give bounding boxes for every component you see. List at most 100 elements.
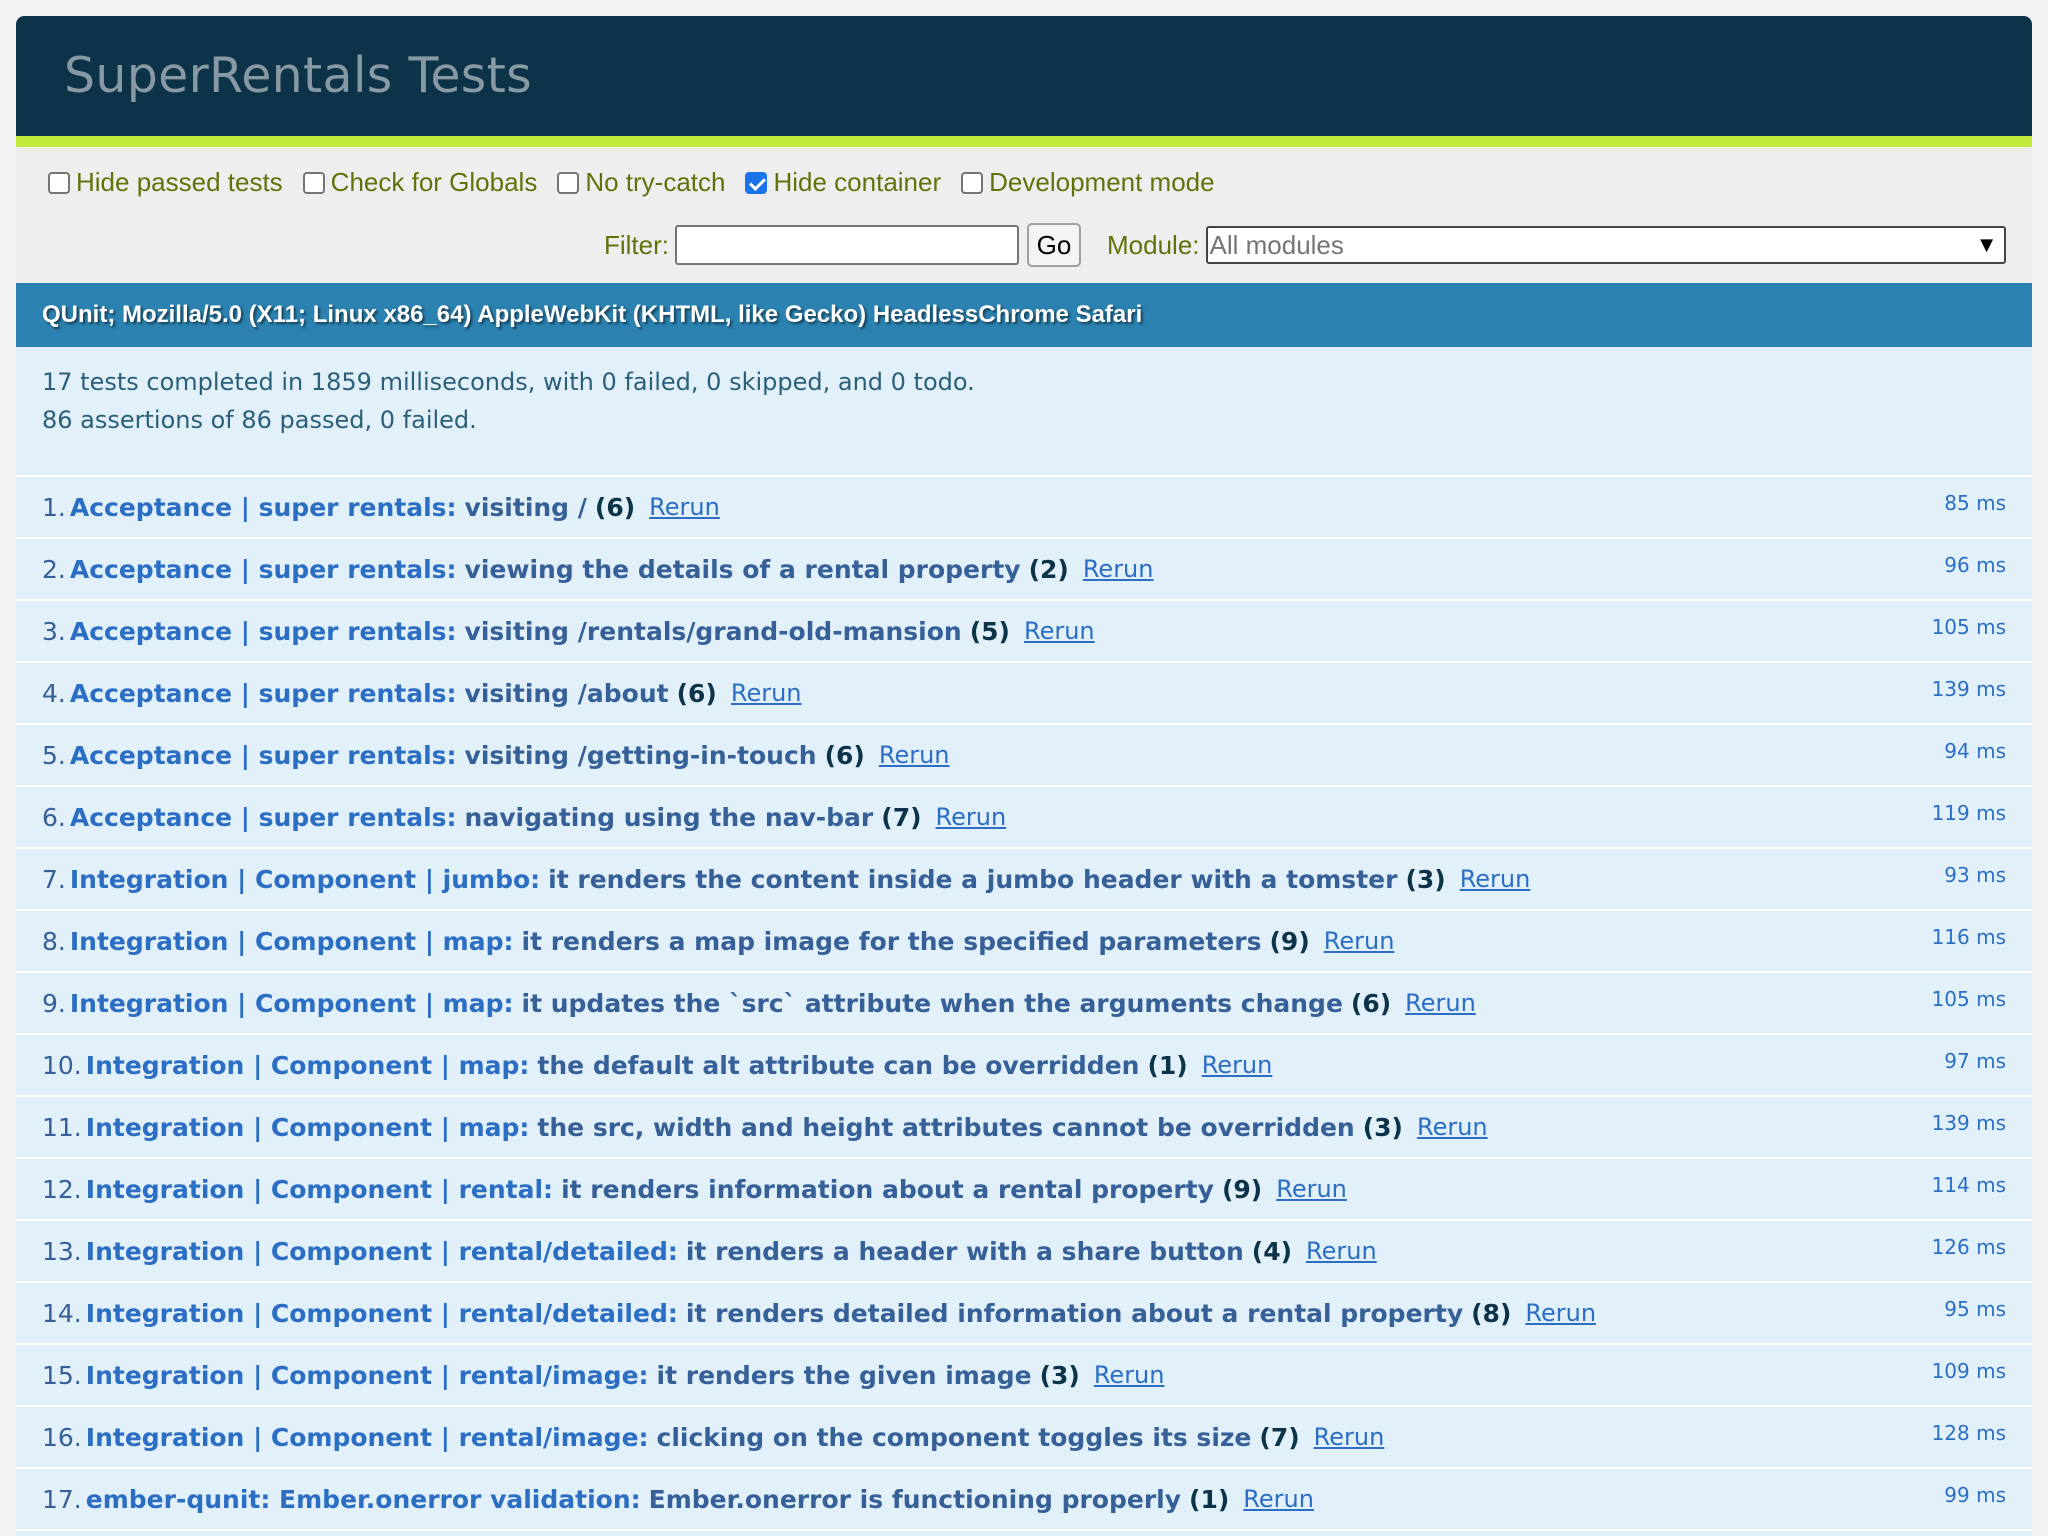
test-duration: 95 ms	[1944, 1297, 2006, 1321]
test-row[interactable]: 15. Integration | Component | rental/imag…	[16, 1345, 2032, 1407]
test-number: 17.	[42, 1484, 82, 1514]
go-button[interactable]: Go	[1027, 223, 1081, 267]
test-duration: 109 ms	[1931, 1359, 2006, 1383]
rerun-link[interactable]: Rerun	[649, 493, 720, 521]
test-row[interactable]: 17. ember-qunit: Ember.onerror validation…	[16, 1469, 2032, 1531]
option-check-for-globals[interactable]: Check for Globals	[302, 167, 538, 198]
test-duration: 105 ms	[1931, 615, 2006, 639]
rerun-link[interactable]: Rerun	[1276, 1175, 1347, 1203]
test-module-name: Integration | Component | rental:	[85, 1174, 554, 1204]
test-row[interactable]: 8. Integration | Component | map: it rende…	[16, 911, 2032, 973]
test-row[interactable]: 1. Acceptance | super rentals: visiting /(…	[16, 477, 2032, 539]
test-row[interactable]: 6. Acceptance | super rentals: navigating …	[16, 787, 2032, 849]
module-select[interactable]: All modules ▼	[1205, 226, 2006, 264]
rerun-link[interactable]: Rerun	[1405, 989, 1476, 1017]
test-name: it renders the content inside a jumbo he…	[548, 864, 1398, 894]
rerun-link[interactable]: Rerun	[1094, 1361, 1165, 1389]
option-hide-passed-tests[interactable]: Hide passed tests	[48, 167, 283, 198]
rerun-link[interactable]: Rerun	[1083, 555, 1154, 583]
option-hide-container[interactable]: Hide container	[745, 167, 941, 198]
dropdown-arrow-icon: ▼	[1975, 232, 1998, 257]
test-duration: 96 ms	[1944, 553, 2006, 577]
rerun-link[interactable]: Rerun	[1460, 865, 1531, 893]
test-row[interactable]: 7. Integration | Component | jumbo: it ren…	[16, 849, 2032, 911]
test-duration: 97 ms	[1944, 1049, 2006, 1073]
rerun-link[interactable]: Rerun	[1525, 1299, 1596, 1327]
test-name: it renders information about a rental pr…	[561, 1174, 1214, 1204]
test-row[interactable]: 4. Acceptance | super rentals: visiting /a…	[16, 663, 2032, 725]
test-module-name: Integration | Component | map:	[85, 1050, 530, 1080]
checkbox[interactable]	[48, 171, 70, 194]
assertion-count: (1)	[1147, 1050, 1188, 1080]
test-module-name: ember-qunit: Ember.onerror validation:	[85, 1484, 641, 1514]
test-number: 10.	[42, 1050, 82, 1080]
test-duration: 116 ms	[1931, 925, 2006, 949]
test-row[interactable]: 3. Acceptance | super rentals: visiting /r…	[16, 601, 2032, 663]
test-number: 11.	[42, 1112, 82, 1142]
rerun-link[interactable]: Rerun	[879, 741, 950, 769]
test-row[interactable]: 10. Integration | Component | map: the def…	[16, 1035, 2032, 1097]
test-module-name: Integration | Component | map:	[85, 1112, 530, 1142]
test-row[interactable]: 11. Integration | Component | map: the src…	[16, 1097, 2032, 1159]
test-row[interactable]: 14. Integration | Component | rental/deta…	[16, 1283, 2032, 1345]
test-row[interactable]: 5. Acceptance | super rentals: visiting /g…	[16, 725, 2032, 787]
test-number: 8.	[42, 926, 66, 956]
test-name: visiting /	[464, 492, 587, 522]
test-number: 2.	[42, 554, 66, 584]
toolbar-options: Hide passed tests Check for Globals No try…	[48, 167, 1235, 198]
test-duration: 139 ms	[1931, 1111, 2006, 1135]
rerun-link[interactable]: Rerun	[1314, 1423, 1385, 1451]
assertion-count: (9)	[1221, 1174, 1263, 1204]
assertion-count: (3)	[1405, 864, 1446, 894]
option-label: Development mode	[989, 167, 1215, 197]
module-select-value: All modules	[1209, 229, 1344, 260]
test-name: the src, width and height attributes can…	[537, 1112, 1355, 1142]
option-label: Check for Globals	[330, 167, 538, 197]
checkbox[interactable]	[302, 171, 325, 194]
test-duration: 93 ms	[1944, 863, 2006, 887]
option-no-try-catch[interactable]: No try-catch	[557, 167, 725, 198]
assertion-count: (6)	[676, 678, 717, 708]
assertion-count: (6)	[594, 492, 636, 522]
rerun-link[interactable]: Rerun	[1417, 1113, 1488, 1141]
assertion-count: (3)	[1362, 1112, 1403, 1142]
test-duration: 99 ms	[1944, 1483, 2006, 1507]
assertion-count: (6)	[824, 740, 865, 770]
rerun-link[interactable]: Rerun	[936, 803, 1007, 831]
toolbar: Hide passed tests Check for Globals No try…	[16, 147, 2032, 283]
test-row[interactable]: 9. Integration | Component | map: it updat…	[16, 973, 2032, 1035]
test-duration: 126 ms	[1931, 1235, 2006, 1259]
checkbox[interactable]	[557, 171, 580, 194]
checkbox[interactable]	[745, 171, 768, 194]
rerun-link[interactable]: Rerun	[1202, 1051, 1273, 1079]
rerun-link[interactable]: Rerun	[1024, 617, 1095, 645]
page-title[interactable]: SuperRentals Tests	[16, 16, 2032, 147]
test-module-name: Acceptance | super rentals:	[69, 740, 457, 770]
test-module-name: Integration | Component | jumbo:	[69, 864, 541, 894]
assertion-count: (5)	[969, 616, 1010, 646]
test-row[interactable]: 16. Integration | Component | rental/imag…	[16, 1407, 2032, 1469]
test-row[interactable]: 13. Integration | Component | rental/deta…	[16, 1221, 2032, 1283]
rerun-link[interactable]: Rerun	[1306, 1237, 1377, 1265]
checkbox[interactable]	[961, 171, 984, 194]
rerun-link[interactable]: Rerun	[731, 679, 802, 707]
rerun-link[interactable]: Rerun	[1324, 927, 1395, 955]
test-number: 7.	[42, 864, 66, 894]
test-number: 13.	[42, 1236, 82, 1266]
test-name: it updates the `src` attribute when the …	[521, 988, 1343, 1018]
filter-row: Filter: Go Module: All modules ▼	[604, 223, 2006, 267]
test-duration: 114 ms	[1931, 1173, 2006, 1197]
test-number: 6.	[42, 802, 66, 832]
test-row[interactable]: 2. Acceptance | super rentals: viewing the…	[16, 539, 2032, 601]
option-development-mode[interactable]: Development mode	[961, 167, 1215, 198]
test-result-summary: 17 tests completed in 1859 milliseconds,…	[16, 347, 2032, 477]
filter-input[interactable]	[675, 225, 1019, 265]
assertion-count: (6)	[1350, 988, 1392, 1018]
test-module-name: Acceptance | super rentals:	[69, 678, 457, 708]
test-duration: 105 ms	[1931, 987, 2006, 1011]
test-module-name: Integration | Component | rental/detaile…	[85, 1236, 678, 1266]
rerun-link[interactable]: Rerun	[1243, 1485, 1314, 1513]
test-duration: 85 ms	[1944, 491, 2006, 515]
test-row[interactable]: 12. Integration | Component | rental: it r…	[16, 1159, 2032, 1221]
test-duration: 94 ms	[1944, 739, 2006, 763]
